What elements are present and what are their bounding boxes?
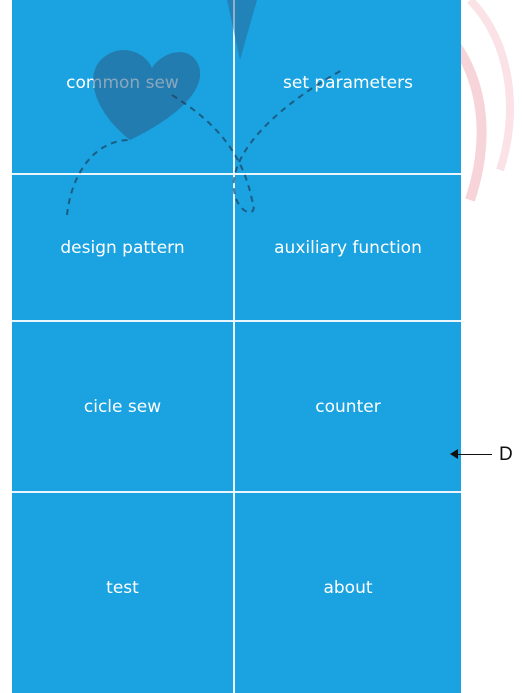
callout-leader-line [454, 454, 492, 455]
menu-button-about[interactable]: about [235, 493, 461, 693]
menu-label: design pattern [60, 237, 185, 258]
figure-page: common sew set parameters design pattern… [0, 0, 522, 693]
callout-label: D [499, 444, 513, 465]
callout-d: D [450, 444, 520, 465]
menu-button-set-parameters[interactable]: set parameters [235, 0, 461, 175]
menu-label: set parameters [283, 72, 413, 93]
menu-label: test [106, 578, 139, 598]
menu-button-common-sew[interactable]: common sew [12, 0, 235, 175]
menu-button-auxiliary-function[interactable]: auxiliary function [235, 175, 461, 322]
menu-button-test[interactable]: test [12, 493, 235, 693]
touch-screen-panel: common sew set parameters design pattern… [12, 0, 461, 693]
menu-label: common sew [66, 72, 179, 93]
menu-label: about [323, 578, 373, 598]
menu-button-cicle-sew[interactable]: cicle sew [12, 322, 235, 493]
menu-label: auxiliary function [274, 237, 422, 258]
menu-label: counter [315, 396, 381, 417]
main-menu-grid: common sew set parameters design pattern… [12, 0, 461, 693]
menu-label: cicle sew [83, 396, 162, 417]
menu-button-design-pattern[interactable]: design pattern [12, 175, 235, 322]
menu-button-counter[interactable]: counter [235, 322, 461, 493]
